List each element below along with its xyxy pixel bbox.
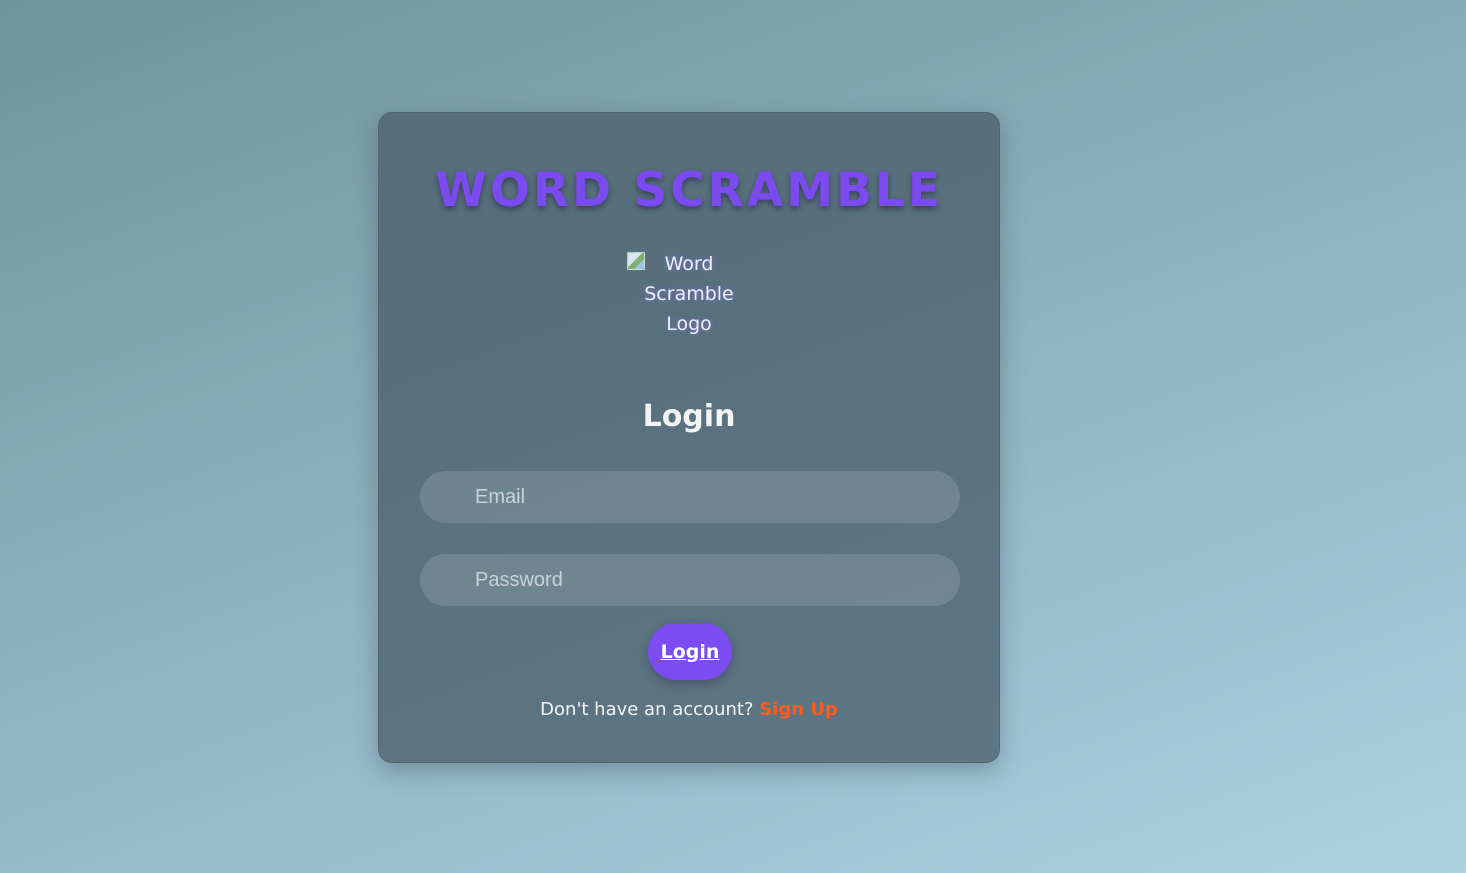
signup-prompt-row: Don't have an account? Sign Up: [379, 697, 999, 723]
signup-link[interactable]: Sign Up: [759, 699, 838, 720]
app-title: WORD SCRAMBLE: [435, 163, 943, 218]
signup-prompt-text: Don't have an account?: [540, 699, 754, 720]
email-field[interactable]: [420, 471, 960, 523]
login-card: WORD SCRAMBLE Word Scramble Logo Login L…: [378, 112, 1000, 763]
password-field[interactable]: [420, 554, 960, 606]
login-button[interactable]: Login: [648, 623, 732, 680]
app-logo: Word Scramble Logo: [624, 247, 754, 343]
logo-alt-text: Word Scramble Logo: [644, 253, 734, 335]
login-heading: Login: [642, 399, 736, 434]
